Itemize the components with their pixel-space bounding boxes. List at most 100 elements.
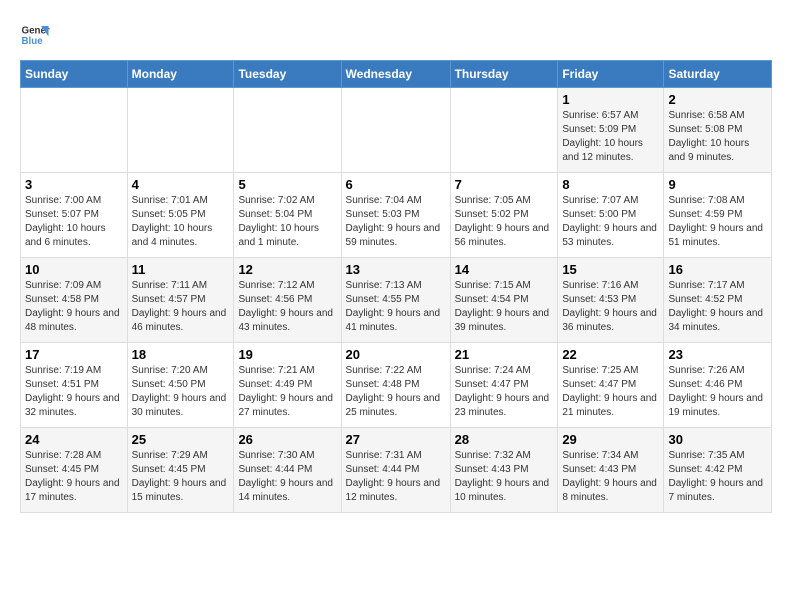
calendar-cell: 25 Sunrise: 7:29 AM Sunset: 4:45 PM Dayli… — [127, 428, 234, 513]
calendar-cell: 2Sunrise: 6:58 AM Sunset: 5:08 PM Daylig… — [664, 88, 772, 173]
calendar-week-row: 24 Sunrise: 7:28 AM Sunset: 4:45 PM Dayli… — [21, 428, 772, 513]
svg-text:Blue: Blue — [22, 36, 44, 47]
calendar-cell — [21, 88, 128, 173]
day-info: Sunrise: 7:32 AM Sunset: 4:43 PM Dayligh… — [455, 449, 554, 505]
day-number: 20 — [346, 347, 446, 362]
calendar-cell: 23 Sunrise: 7:26 AM Sunset: 4:46 PM Dayli… — [664, 343, 772, 428]
day-info: Sunrise: 7:11 AM Sunset: 4:57 PM Dayligh… — [132, 279, 230, 335]
calendar-cell: 8 Sunrise: 7:07 AM Sunset: 5:00 PM Daylig… — [558, 173, 664, 258]
calendar-cell: 5Sunrise: 7:02 AM Sunset: 5:04 PM Daylig… — [234, 173, 341, 258]
day-info: Sunrise: 7:34 AM Sunset: 4:43 PM Dayligh… — [562, 449, 659, 505]
day-number: 16 — [668, 262, 767, 277]
calendar-cell: 9Sunrise: 7:08 AM Sunset: 4:59 PM Daylig… — [664, 173, 772, 258]
day-number: 4 — [132, 177, 230, 192]
day-info: Sunrise: 7:05 AM Sunset: 5:02 PM Dayligh… — [455, 194, 554, 250]
day-info: Sunrise: 7:35 AM Sunset: 4:42 PM Dayligh… — [668, 449, 767, 505]
day-number: 14 — [455, 262, 554, 277]
calendar-week-row: 1Sunrise: 6:57 AM Sunset: 5:09 PM Daylig… — [21, 88, 772, 173]
weekday-header: Sunday — [21, 61, 128, 88]
day-number: 28 — [455, 432, 554, 447]
day-info: Sunrise: 7:15 AM Sunset: 4:54 PM Dayligh… — [455, 279, 554, 335]
day-info: Sunrise: 7:31 AM Sunset: 4:44 PM Dayligh… — [346, 449, 446, 505]
calendar-cell: 20 Sunrise: 7:22 AM Sunset: 4:48 PM Dayli… — [341, 343, 450, 428]
day-info: Sunrise: 7:26 AM Sunset: 4:46 PM Dayligh… — [668, 364, 767, 420]
calendar-cell: 4 Sunrise: 7:01 AM Sunset: 5:05 PM Daylig… — [127, 173, 234, 258]
calendar-cell: 21 Sunrise: 7:24 AM Sunset: 4:47 PM Dayli… — [450, 343, 558, 428]
day-number: 29 — [562, 432, 659, 447]
weekday-header: Monday — [127, 61, 234, 88]
calendar-cell — [127, 88, 234, 173]
calendar-cell: 7Sunrise: 7:05 AM Sunset: 5:02 PM Daylig… — [450, 173, 558, 258]
calendar-cell: 30 Sunrise: 7:35 AM Sunset: 4:42 PM Dayli… — [664, 428, 772, 513]
weekday-header: Wednesday — [341, 61, 450, 88]
day-number: 15 — [562, 262, 659, 277]
day-info: Sunrise: 7:13 AM Sunset: 4:55 PM Dayligh… — [346, 279, 446, 335]
day-number: 30 — [668, 432, 767, 447]
day-number: 22 — [562, 347, 659, 362]
weekday-header: Saturday — [664, 61, 772, 88]
calendar-cell: 17 Sunrise: 7:19 AM Sunset: 4:51 PM Dayli… — [21, 343, 128, 428]
day-info: Sunrise: 7:24 AM Sunset: 4:47 PM Dayligh… — [455, 364, 554, 420]
calendar-week-row: 10Sunrise: 7:09 AM Sunset: 4:58 PM Dayli… — [21, 258, 772, 343]
calendar-cell: 28 Sunrise: 7:32 AM Sunset: 4:43 PM Dayli… — [450, 428, 558, 513]
day-info: Sunrise: 7:19 AM Sunset: 4:51 PM Dayligh… — [25, 364, 123, 420]
day-number: 8 — [562, 177, 659, 192]
day-info: Sunrise: 7:01 AM Sunset: 5:05 PM Dayligh… — [132, 194, 230, 250]
day-info: Sunrise: 7:28 AM Sunset: 4:45 PM Dayligh… — [25, 449, 123, 505]
day-info: Sunrise: 7:30 AM Sunset: 4:44 PM Dayligh… — [238, 449, 336, 505]
day-number: 9 — [668, 177, 767, 192]
day-info: Sunrise: 7:00 AM Sunset: 5:07 PM Dayligh… — [25, 194, 123, 250]
calendar-cell: 14 Sunrise: 7:15 AM Sunset: 4:54 PM Dayli… — [450, 258, 558, 343]
calendar-week-row: 17 Sunrise: 7:19 AM Sunset: 4:51 PM Dayli… — [21, 343, 772, 428]
day-number: 12 — [238, 262, 336, 277]
calendar-cell: 18Sunrise: 7:20 AM Sunset: 4:50 PM Dayli… — [127, 343, 234, 428]
calendar-cell: 22Sunrise: 7:25 AM Sunset: 4:47 PM Dayli… — [558, 343, 664, 428]
calendar-cell: 15 Sunrise: 7:16 AM Sunset: 4:53 PM Dayli… — [558, 258, 664, 343]
calendar-cell: 3 Sunrise: 7:00 AM Sunset: 5:07 PM Daylig… — [21, 173, 128, 258]
day-number: 25 — [132, 432, 230, 447]
day-number: 3 — [25, 177, 123, 192]
day-info: Sunrise: 7:07 AM Sunset: 5:00 PM Dayligh… — [562, 194, 659, 250]
day-number: 6 — [346, 177, 446, 192]
day-number: 26 — [238, 432, 336, 447]
day-info: Sunrise: 7:12 AM Sunset: 4:56 PM Dayligh… — [238, 279, 336, 335]
calendar-cell: 26 Sunrise: 7:30 AM Sunset: 4:44 PM Dayli… — [234, 428, 341, 513]
calendar-cell: 19 Sunrise: 7:21 AM Sunset: 4:49 PM Dayli… — [234, 343, 341, 428]
calendar-cell: 6 Sunrise: 7:04 AM Sunset: 5:03 PM Daylig… — [341, 173, 450, 258]
day-number: 23 — [668, 347, 767, 362]
calendar-header-row: SundayMondayTuesdayWednesdayThursdayFrid… — [21, 61, 772, 88]
calendar-week-row: 3 Sunrise: 7:00 AM Sunset: 5:07 PM Daylig… — [21, 173, 772, 258]
day-info: Sunrise: 6:58 AM Sunset: 5:08 PM Dayligh… — [668, 109, 767, 165]
day-info: Sunrise: 7:09 AM Sunset: 4:58 PM Dayligh… — [25, 279, 123, 335]
weekday-header: Friday — [558, 61, 664, 88]
day-number: 19 — [238, 347, 336, 362]
page-header: General Blue — [20, 20, 772, 50]
calendar-cell: 16 Sunrise: 7:17 AM Sunset: 4:52 PM Dayli… — [664, 258, 772, 343]
calendar-cell: 10Sunrise: 7:09 AM Sunset: 4:58 PM Dayli… — [21, 258, 128, 343]
day-info: Sunrise: 7:16 AM Sunset: 4:53 PM Dayligh… — [562, 279, 659, 335]
day-info: Sunrise: 7:21 AM Sunset: 4:49 PM Dayligh… — [238, 364, 336, 420]
calendar-cell: 24 Sunrise: 7:28 AM Sunset: 4:45 PM Dayli… — [21, 428, 128, 513]
weekday-header: Thursday — [450, 61, 558, 88]
logo: General Blue — [20, 20, 50, 50]
weekday-header: Tuesday — [234, 61, 341, 88]
day-info: Sunrise: 7:17 AM Sunset: 4:52 PM Dayligh… — [668, 279, 767, 335]
calendar-cell: 11 Sunrise: 7:11 AM Sunset: 4:57 PM Dayli… — [127, 258, 234, 343]
calendar-cell — [234, 88, 341, 173]
calendar-cell: 13Sunrise: 7:13 AM Sunset: 4:55 PM Dayli… — [341, 258, 450, 343]
day-info: Sunrise: 7:20 AM Sunset: 4:50 PM Dayligh… — [132, 364, 230, 420]
day-number: 17 — [25, 347, 123, 362]
day-info: Sunrise: 7:04 AM Sunset: 5:03 PM Dayligh… — [346, 194, 446, 250]
day-number: 11 — [132, 262, 230, 277]
calendar-cell: 29 Sunrise: 7:34 AM Sunset: 4:43 PM Dayli… — [558, 428, 664, 513]
calendar-table: SundayMondayTuesdayWednesdayThursdayFrid… — [20, 60, 772, 513]
logo-icon: General Blue — [20, 20, 50, 50]
day-info: Sunrise: 7:02 AM Sunset: 5:04 PM Dayligh… — [238, 194, 336, 250]
calendar-cell: 1Sunrise: 6:57 AM Sunset: 5:09 PM Daylig… — [558, 88, 664, 173]
day-info: Sunrise: 6:57 AM Sunset: 5:09 PM Dayligh… — [562, 109, 659, 165]
day-number: 24 — [25, 432, 123, 447]
calendar-body: 1Sunrise: 6:57 AM Sunset: 5:09 PM Daylig… — [21, 88, 772, 513]
day-info: Sunrise: 7:22 AM Sunset: 4:48 PM Dayligh… — [346, 364, 446, 420]
day-number: 21 — [455, 347, 554, 362]
day-info: Sunrise: 7:29 AM Sunset: 4:45 PM Dayligh… — [132, 449, 230, 505]
